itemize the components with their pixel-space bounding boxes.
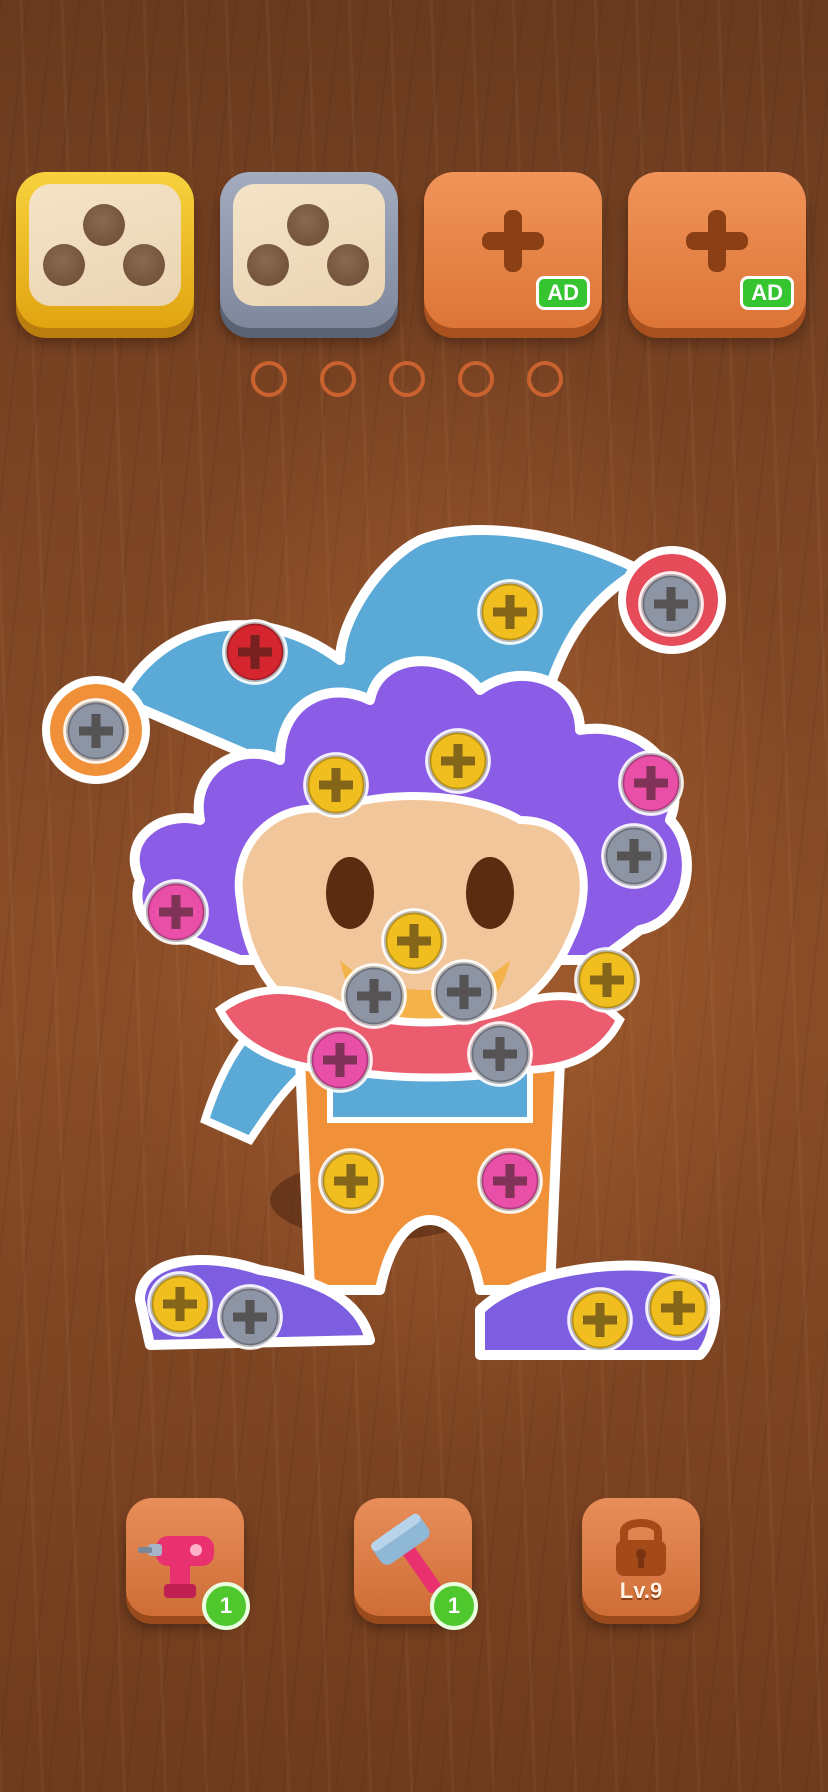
screw-yellow[interactable] — [566, 1286, 634, 1354]
screw-yellow[interactable] — [424, 727, 492, 795]
level-requirement-label: Lv.9 — [619, 1578, 663, 1603]
screw-yellow-nose[interactable] — [380, 907, 448, 975]
screw-gray[interactable] — [430, 958, 498, 1026]
hammer-tool-button[interactable]: 1 — [354, 1498, 478, 1630]
screw-pink[interactable] — [617, 749, 685, 817]
drill-count-badge: 1 — [202, 1582, 250, 1630]
screw-gray[interactable] — [216, 1283, 284, 1351]
screw-gray[interactable] — [600, 822, 668, 890]
locked-tool-button[interactable]: Lv.9 — [582, 1498, 700, 1616]
screw-yellow[interactable] — [573, 946, 641, 1014]
screw-yellow[interactable] — [146, 1270, 214, 1338]
screw-gray[interactable] — [637, 570, 705, 638]
screw-pink[interactable] — [476, 1147, 544, 1215]
screw-pink[interactable] — [306, 1026, 374, 1094]
drill-tool-button[interactable]: 1 — [126, 1498, 250, 1630]
screw-yellow[interactable] — [644, 1274, 712, 1342]
screw-gray[interactable] — [340, 962, 408, 1030]
screw-yellow[interactable] — [476, 578, 544, 646]
screw-yellow[interactable] — [302, 751, 370, 819]
screw-red[interactable] — [221, 618, 289, 686]
screw-pink[interactable] — [142, 878, 210, 946]
screw-yellow[interactable] — [317, 1147, 385, 1215]
hammer-count-badge: 1 — [430, 1582, 478, 1630]
screw-gray[interactable] — [62, 697, 130, 765]
screw-gray[interactable] — [466, 1020, 534, 1088]
